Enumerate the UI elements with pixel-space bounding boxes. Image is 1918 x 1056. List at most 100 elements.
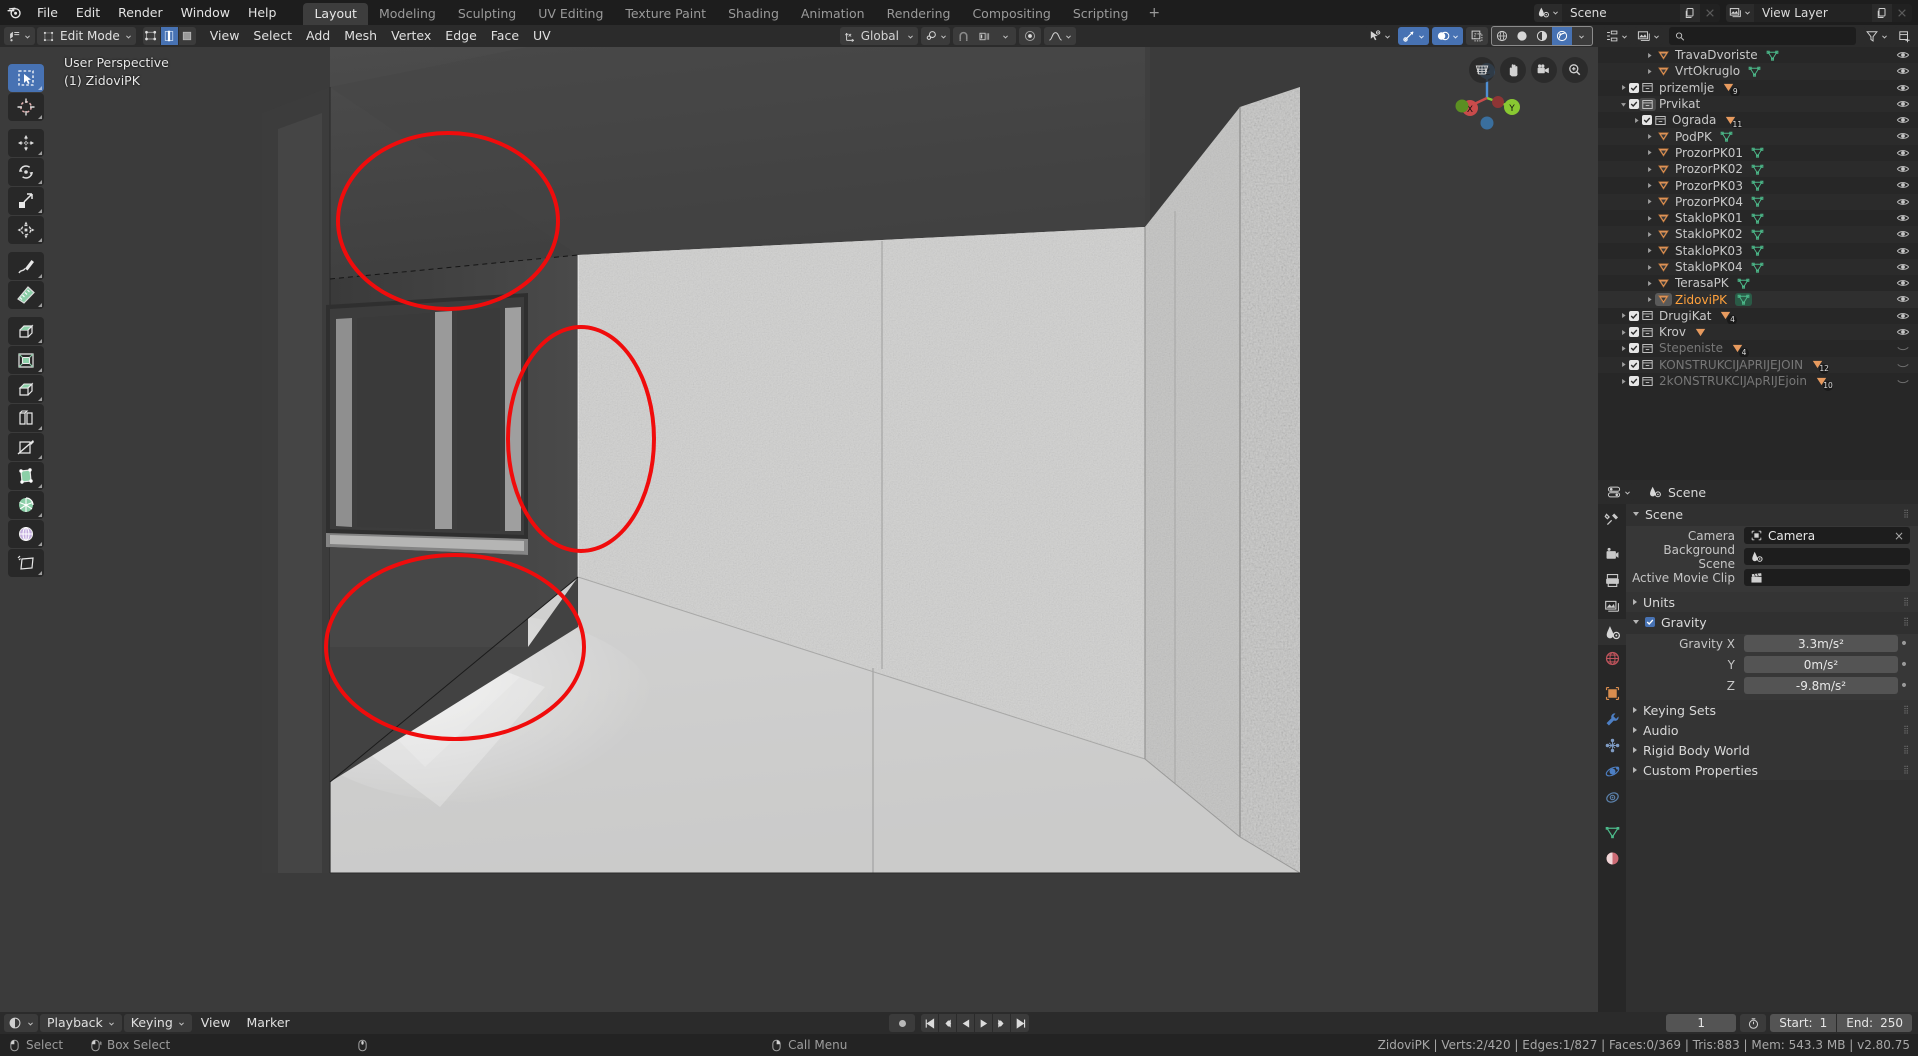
shear-tool[interactable] [8, 549, 44, 577]
remove-view-layer-icon[interactable] [1892, 3, 1912, 22]
shading-rendered-icon[interactable] [1551, 27, 1572, 45]
3d-viewport[interactable]: User Perspective (1) ZidoviPK Z Y X [0, 47, 1598, 1012]
panel-enable-checkbox[interactable] [1645, 617, 1655, 627]
visibility-toggle-icon[interactable] [1896, 195, 1910, 209]
outliner-item-label[interactable]: StakloPK02 [1672, 227, 1743, 241]
inset-faces-tool[interactable] [8, 346, 44, 374]
mesh-data-icon[interactable] [1751, 146, 1764, 159]
mesh-data-icon[interactable] [1751, 163, 1764, 176]
outliner-editor[interactable]: TravaDvoriste VrtOkruglo prizemlje 9 Prvikat… [1598, 25, 1918, 480]
shading-wireframe-icon[interactable] [1492, 27, 1512, 45]
visibility-toggle-icon[interactable] [1896, 358, 1910, 372]
next-keyframe-button[interactable] [993, 1014, 1011, 1032]
outliner-row[interactable]: VrtOkruglo [1598, 63, 1918, 80]
outliner-item-label[interactable]: ProzorPK01 [1672, 146, 1743, 160]
panel-drag-handle[interactable]: ⣿ [1903, 598, 1910, 606]
show-overlays-icon[interactable] [1431, 27, 1463, 45]
visibility-toggle-icon[interactable] [1896, 178, 1910, 192]
audio-panel-header[interactable]: Audio ⣿ [1626, 720, 1918, 740]
outliner-item-label[interactable]: KONSTRUKCIJAPRIJEJOIN [1656, 358, 1803, 372]
disclosure-triangle[interactable] [1617, 345, 1629, 352]
disclosure-triangle[interactable] [1643, 198, 1655, 205]
view-layer-selector[interactable]: View Layer [1726, 3, 1912, 22]
disclosure-triangle[interactable] [1643, 296, 1655, 303]
shading-dropdown-icon[interactable] [1572, 27, 1592, 45]
outliner-item-label[interactable]: ProzorPK03 [1672, 179, 1743, 193]
app-menu-render[interactable]: Render [109, 0, 172, 25]
timeline-menu-playback[interactable]: Playback [40, 1014, 122, 1032]
panel-disclosure-triangle[interactable] [1633, 707, 1637, 713]
transform-tool[interactable] [8, 216, 44, 244]
scene-name[interactable]: Scene [1562, 3, 1680, 22]
mesh-data-icon[interactable] [1751, 179, 1764, 192]
visibility-toggle-icon[interactable] [1896, 260, 1910, 274]
visibility-toggle-icon[interactable] [1896, 162, 1910, 176]
disclosure-triangle[interactable] [1617, 84, 1629, 91]
outliner-item-label[interactable]: ProzorPK04 [1672, 195, 1743, 209]
outliner-row[interactable]: StakloPK01 [1598, 210, 1918, 226]
shading-material-icon[interactable] [1532, 27, 1552, 45]
collection-checkbox[interactable] [1629, 376, 1639, 387]
shading-solid-icon[interactable] [1512, 27, 1532, 45]
visibility-toggle-icon[interactable] [1896, 48, 1910, 62]
proportional-editing-icon[interactable] [1019, 27, 1041, 45]
workspace-tab-modeling[interactable]: Modeling [368, 3, 447, 25]
workspace-tab-sculpting[interactable]: Sculpting [447, 3, 527, 25]
edge-select-mode[interactable] [160, 27, 178, 45]
preview-range-icon[interactable] [1740, 1014, 1767, 1032]
visibility-toggle-icon[interactable] [1896, 374, 1910, 388]
panel-drag-handle[interactable]: ⣿ [1903, 726, 1910, 734]
disclosure-triangle[interactable] [1617, 361, 1629, 368]
output-tab[interactable] [1598, 567, 1626, 593]
workspace-tab-texture-paint[interactable]: Texture Paint [614, 3, 717, 25]
outliner-row[interactable]: ProzorPK03 [1598, 177, 1918, 193]
animate-property-dot[interactable]: • [1898, 678, 1910, 694]
camera-view-icon[interactable] [1531, 57, 1557, 83]
panel-drag-handle[interactable]: ⣿ [1903, 746, 1910, 754]
smooth-tool[interactable] [8, 520, 44, 548]
rigid-body-world-panel-header[interactable]: Rigid Body World ⣿ [1626, 740, 1918, 760]
viewport-menu-edge[interactable]: Edge [438, 27, 483, 45]
viewport-menu-select[interactable]: Select [246, 27, 299, 45]
timeline-menu-keying[interactable]: Keying [123, 1014, 192, 1032]
outliner-row[interactable]: StakloPK04 [1598, 258, 1918, 276]
visibility-toggle-icon[interactable] [1896, 227, 1910, 241]
outliner-row[interactable]: Ograda 11 [1598, 112, 1918, 130]
filter-icon[interactable] [1862, 27, 1891, 45]
jump-to-start-button[interactable] [921, 1014, 939, 1032]
outliner-row[interactable]: ProzorPK01 [1598, 145, 1918, 161]
disclosure-triangle[interactable] [1643, 280, 1655, 287]
outliner-row[interactable]: Krov [1598, 324, 1918, 341]
add-workspace-button[interactable]: + [1139, 2, 1169, 24]
panel-drag-handle[interactable]: ⣿ [1903, 618, 1910, 626]
annotate-tool[interactable] [8, 252, 44, 280]
vertex-select-mode[interactable] [142, 27, 160, 45]
disclosure-triangle[interactable] [1643, 166, 1655, 173]
outliner-item-label[interactable]: 2kONSTRUKCIJApRIJEjoin [1656, 374, 1807, 388]
disclosure-triangle[interactable] [1617, 312, 1629, 319]
gravity-panel-header[interactable]: Gravity ⣿ [1626, 612, 1918, 632]
scale-tool[interactable] [8, 187, 44, 215]
animate-property-dot[interactable]: • [1898, 636, 1910, 652]
snap-dropdown-icon[interactable] [995, 27, 1016, 45]
new-view-layer-icon[interactable] [1872, 3, 1892, 22]
mesh-data-icon[interactable] [1735, 293, 1753, 307]
bevel-tool[interactable] [8, 375, 44, 403]
timeline-editor-icon[interactable] [4, 1014, 38, 1032]
play-button[interactable] [975, 1014, 993, 1032]
object-tab[interactable] [1598, 680, 1626, 706]
timeline-menu-view[interactable]: View [194, 1014, 238, 1032]
collection-checkbox[interactable] [1642, 115, 1652, 126]
viewport-menu-mesh[interactable]: Mesh [337, 27, 384, 45]
zoom-in-icon[interactable] [1562, 57, 1588, 83]
play-reverse-button[interactable] [957, 1014, 975, 1032]
outliner-item-label[interactable]: ProzorPK02 [1672, 162, 1743, 176]
custom-properties-panel-header[interactable]: Custom Properties ⣿ [1626, 760, 1918, 780]
scene-tab[interactable] [1598, 619, 1626, 645]
properties-editor-icon[interactable] [1604, 483, 1634, 501]
gizmo-settings-icon[interactable] [1397, 27, 1429, 45]
disclosure-triangle[interactable] [1643, 149, 1655, 156]
outliner-row[interactable]: PodPK [1598, 128, 1918, 145]
material-tab[interactable] [1598, 845, 1626, 871]
disclosure-triangle[interactable] [1617, 329, 1629, 336]
